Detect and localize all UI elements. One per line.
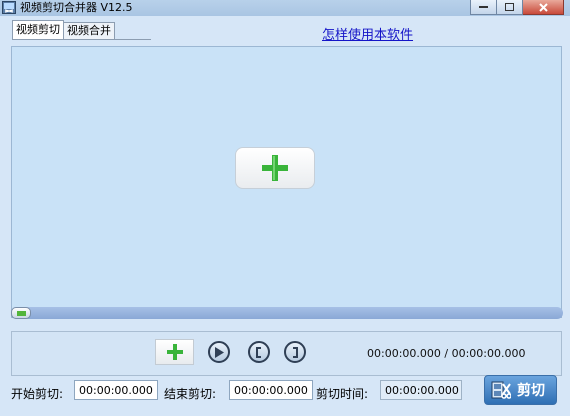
cut-button[interactable]: 剪切 bbox=[484, 375, 557, 405]
playback-controls: 00:00:00.000 / 00:00:00.000 bbox=[11, 331, 562, 376]
end-cut-label: 结束剪切: bbox=[164, 387, 217, 401]
cut-duration-label: 剪切时间: bbox=[316, 387, 369, 401]
time-display: 00:00:00.000 / 00:00:00.000 bbox=[367, 347, 526, 360]
video-preview-area[interactable] bbox=[11, 46, 562, 318]
title-bar: 视频剪切合并器 V12.5 bbox=[0, 0, 570, 16]
maximize-button[interactable] bbox=[497, 0, 523, 15]
help-link[interactable]: 怎样使用本软件 bbox=[322, 24, 413, 43]
main-window: 视频剪切 视频合并 怎样使用本软件 00:00:00.000 / 00:00:0… bbox=[0, 16, 570, 416]
tab-underline bbox=[12, 39, 151, 40]
close-button[interactable] bbox=[523, 0, 564, 15]
play-button[interactable] bbox=[208, 341, 230, 363]
scissors-film-icon bbox=[491, 381, 511, 399]
tab-video-cut[interactable]: 视频剪切 bbox=[12, 20, 64, 39]
cut-button-label: 剪切 bbox=[517, 383, 545, 399]
progress-slider-handle[interactable] bbox=[11, 307, 31, 319]
play-icon bbox=[215, 346, 224, 358]
start-cut-field[interactable] bbox=[74, 380, 158, 400]
close-icon bbox=[538, 2, 548, 12]
add-segment-button[interactable] bbox=[155, 339, 194, 365]
bracket-left-icon bbox=[256, 346, 261, 358]
green-plus-icon bbox=[262, 155, 288, 181]
minimize-button[interactable] bbox=[470, 0, 497, 15]
mark-end-button[interactable] bbox=[284, 341, 306, 363]
minimize-icon bbox=[479, 6, 488, 8]
window-controls bbox=[470, 0, 564, 15]
maximize-icon bbox=[505, 3, 514, 11]
green-plus-icon bbox=[166, 344, 183, 360]
window-title: 视频剪切合并器 V12.5 bbox=[20, 1, 133, 14]
end-cut-field[interactable] bbox=[229, 380, 313, 400]
tab-video-merge[interactable]: 视频合并 bbox=[63, 22, 115, 39]
app-icon bbox=[2, 1, 16, 14]
mark-start-button[interactable] bbox=[248, 341, 270, 363]
playback-progress-bar[interactable] bbox=[11, 307, 563, 319]
bracket-right-icon bbox=[293, 346, 298, 358]
cut-duration-field bbox=[380, 380, 462, 400]
slider-handle-grip bbox=[17, 311, 26, 316]
add-video-button[interactable] bbox=[235, 147, 315, 189]
start-cut-label: 开始剪切: bbox=[11, 387, 64, 401]
tab-bar: 视频剪切 视频合并 bbox=[12, 20, 115, 39]
